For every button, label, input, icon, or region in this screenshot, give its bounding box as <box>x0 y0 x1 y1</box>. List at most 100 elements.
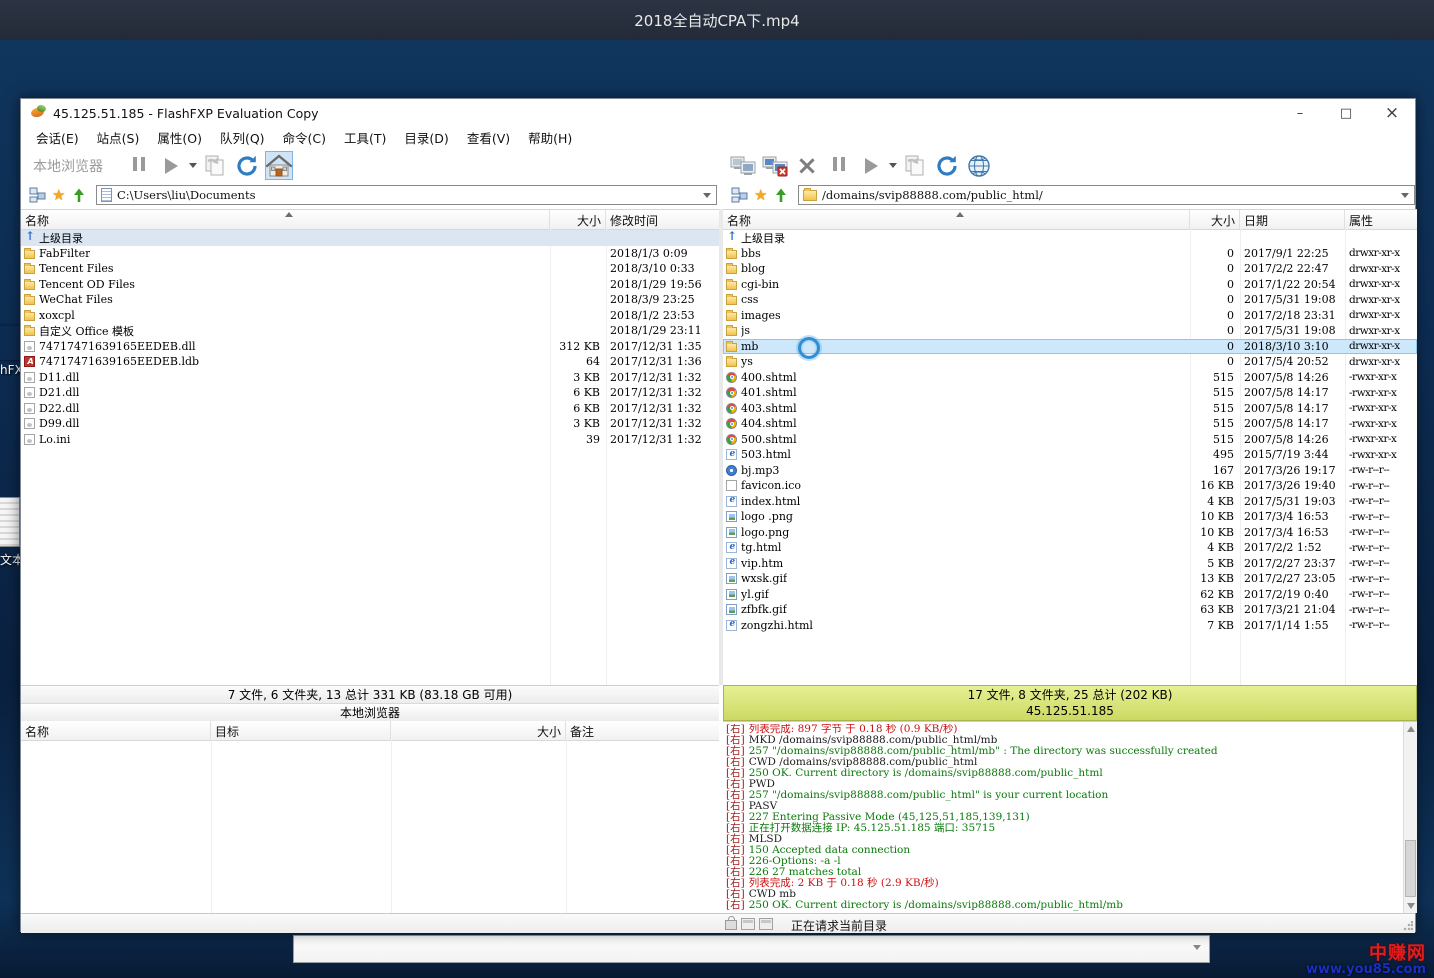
local-file-row[interactable]: D99.dll 3 KB 2017/12/31 1:32 <box>21 416 719 432</box>
remote-file-row[interactable]: 400.shtml 515 2007/5/8 14:26 -rwxr-xr-x <box>723 370 1417 386</box>
column-header[interactable]: 名称 <box>21 210 550 229</box>
tree-view-icon[interactable] <box>29 187 46 203</box>
remote-file-row[interactable]: bbs 0 2017/9/1 22:25 drwxr-xr-x <box>723 246 1417 262</box>
maximize-button[interactable]: □ <box>1323 99 1369 127</box>
chevron-down-icon[interactable] <box>889 163 897 168</box>
local-file-row[interactable]: xoxcpl 2018/1/2 23:53 <box>21 308 719 324</box>
menu-item[interactable]: 目录(D) <box>395 126 457 149</box>
column-header[interactable]: 修改时间 <box>606 210 719 229</box>
remote-file-row[interactable]: favicon.ico 16 KB 2017/3/26 19:40 -rw-r-… <box>723 478 1417 494</box>
desktop-flashfxp-icon[interactable] <box>0 326 22 360</box>
local-path-combobox[interactable]: C:\Users\liu\Documents <box>96 185 717 205</box>
column-header[interactable]: 目标 <box>211 721 391 740</box>
favorites-star-icon[interactable]: ★ <box>52 186 65 204</box>
remote-file-row[interactable]: mb 0 2018/3/10 3:10 drwxr-xr-x <box>723 339 1417 355</box>
local-path-text: C:\Users\liu\Documents <box>117 188 256 202</box>
menu-item[interactable]: 查看(V) <box>458 126 519 149</box>
remote-file-row[interactable]: images 0 2017/2/18 23:31 drwxr-xr-x <box>723 308 1417 324</box>
world-button[interactable] <box>965 151 993 180</box>
menu-item[interactable]: 工具(T) <box>335 126 395 149</box>
menu-item[interactable]: 会话(E) <box>27 126 88 149</box>
remote-file-row[interactable]: yl.gif 62 KB 2017/2/19 0:40 -rw-r--r-- <box>723 587 1417 603</box>
go-up-icon[interactable] <box>71 187 87 203</box>
remote-file-row[interactable]: js 0 2017/5/31 19:08 drwxr-xr-x <box>723 323 1417 339</box>
local-file-row[interactable]: Tencent Files 2018/3/10 0:33 <box>21 261 719 277</box>
column-header[interactable]: 属性 <box>1345 210 1417 229</box>
resize-grip[interactable] <box>1403 921 1413 931</box>
local-browser-tab[interactable]: 本地浏览器 <box>21 704 719 722</box>
remote-path-combobox[interactable]: /domains/svip88888.com/public_html/ <box>798 185 1415 205</box>
remote-file-row[interactable]: 500.shtml 515 2007/5/8 14:26 -rwxr-xr-x <box>723 432 1417 448</box>
remote-file-row[interactable]: 上级目录 <box>723 230 1417 246</box>
connect-button[interactable] <box>729 151 757 180</box>
lock-icon <box>725 920 737 930</box>
local-file-row[interactable]: Tencent OD Files 2018/1/29 19:56 <box>21 277 719 293</box>
favorites-star-icon[interactable]: ★ <box>754 186 767 204</box>
file-attr-cell: -rw-r--r-- <box>1345 588 1417 600</box>
pause-button[interactable] <box>825 151 853 180</box>
remote-file-row[interactable]: 404.shtml 515 2007/5/8 14:17 -rwxr-xr-x <box>723 416 1417 432</box>
go-up-icon[interactable] <box>773 187 789 203</box>
chevron-down-icon[interactable] <box>703 193 711 198</box>
remote-file-row[interactable]: 503.html 495 2015/7/19 3:44 -rwxr-xr-x <box>723 447 1417 463</box>
menu-item[interactable]: 队列(Q) <box>211 126 274 149</box>
column-header[interactable]: 备注 <box>566 721 719 740</box>
remote-file-row[interactable]: bj.mp3 167 2017/3/26 19:17 -rw-r--r-- <box>723 463 1417 479</box>
menu-item[interactable]: 命令(C) <box>274 126 335 149</box>
tree-view-icon[interactable] <box>731 187 748 203</box>
local-file-row[interactable]: FabFilter 2018/1/3 0:09 <box>21 246 719 262</box>
remote-file-row[interactable]: 401.shtml 515 2007/5/8 14:17 -rwxr-xr-x <box>723 385 1417 401</box>
remote-file-row[interactable]: zongzhi.html 7 KB 2017/1/14 1:55 -rw-r--… <box>723 618 1417 634</box>
remote-file-row[interactable]: tg.html 4 KB 2017/2/2 1:52 -rw-r--r-- <box>723 540 1417 556</box>
remote-file-row[interactable]: zfbfk.gif 63 KB 2017/3/21 21:04 -rw-r--r… <box>723 602 1417 618</box>
local-file-row[interactable]: D11.dll 3 KB 2017/12/31 1:32 <box>21 370 719 386</box>
menu-item[interactable]: 站点(S) <box>88 126 149 149</box>
column-header[interactable]: 大小 <box>1190 210 1240 229</box>
chevron-down-icon[interactable] <box>189 163 197 168</box>
abort-button[interactable]: × <box>793 151 821 180</box>
refresh-button[interactable] <box>933 151 961 180</box>
local-file-row[interactable]: D21.dll 6 KB 2017/12/31 1:32 <box>21 385 719 401</box>
scroll-up-icon[interactable] <box>1407 726 1415 732</box>
local-file-row[interactable]: 74717471639165EEDEB.dll 312 KB 2017/12/3… <box>21 339 719 355</box>
menu-item[interactable]: 帮助(H) <box>519 126 581 149</box>
log-scrollbar[interactable] <box>1403 722 1417 913</box>
column-header[interactable]: 名称 <box>21 721 211 740</box>
home-button[interactable] <box>265 151 293 180</box>
chevron-down-icon[interactable] <box>1401 193 1409 198</box>
play-button[interactable] <box>857 151 885 180</box>
remote-file-row[interactable]: index.html 4 KB 2017/5/31 19:03 -rw-r--r… <box>723 494 1417 510</box>
menu-item[interactable]: 属性(O) <box>148 126 211 149</box>
local-browser-dropdown[interactable]: 本地浏览器 <box>33 156 103 176</box>
pause-button[interactable] <box>125 151 153 180</box>
scroll-down-icon[interactable] <box>1407 903 1415 909</box>
remote-file-row[interactable]: css 0 2017/5/31 19:08 drwxr-xr-x <box>723 292 1417 308</box>
window-titlebar[interactable]: 45.125.51.185 - FlashFXP Evaluation Copy… <box>21 99 1415 127</box>
remote-file-row[interactable]: wxsk.gif 13 KB 2017/2/27 23:05 -rw-r--r-… <box>723 571 1417 587</box>
local-file-row[interactable]: Lo.ini 39 2017/12/31 1:32 <box>21 432 719 448</box>
remote-file-row[interactable]: vip.htm 5 KB 2017/2/27 23:37 -rw-r--r-- <box>723 556 1417 572</box>
transfer-queue-button[interactable] <box>201 151 229 180</box>
minimize-button[interactable]: – <box>1277 99 1323 127</box>
remote-file-row[interactable]: cgi-bin 0 2017/1/22 20:54 drwxr-xr-x <box>723 277 1417 293</box>
remote-file-row[interactable]: ys 0 2017/5/4 20:52 drwxr-xr-x <box>723 354 1417 370</box>
remote-file-row[interactable]: logo.png 10 KB 2017/3/4 16:53 -rw-r--r-- <box>723 525 1417 541</box>
column-header[interactable]: 日期 <box>1240 210 1345 229</box>
refresh-button[interactable] <box>233 151 261 180</box>
local-file-row[interactable]: 上级目录 <box>21 230 719 246</box>
remote-file-row[interactable]: blog 0 2017/2/2 22:47 drwxr-xr-x <box>723 261 1417 277</box>
remote-file-row[interactable]: logo .png 10 KB 2017/3/4 16:53 -rw-r--r-… <box>723 509 1417 525</box>
play-button[interactable] <box>157 151 185 180</box>
column-header[interactable]: 大小 <box>391 721 566 740</box>
disconnect-button[interactable] <box>761 151 789 180</box>
column-header[interactable]: 大小 <box>550 210 606 229</box>
local-file-row[interactable]: WeChat Files 2018/3/9 23:25 <box>21 292 719 308</box>
transfer-queue-button[interactable] <box>901 151 929 180</box>
scroll-thumb[interactable] <box>1405 840 1416 897</box>
remote-file-row[interactable]: 403.shtml 515 2007/5/8 14:17 -rwxr-xr-x <box>723 401 1417 417</box>
close-button[interactable]: × <box>1369 99 1415 127</box>
local-file-row[interactable]: 74717471639165EEDEB.ldb 64 2017/12/31 1:… <box>21 354 719 370</box>
local-file-row[interactable]: 自定义 Office 模板 2018/1/29 23:11 <box>21 323 719 339</box>
local-file-row[interactable]: D22.dll 6 KB 2017/12/31 1:32 <box>21 401 719 417</box>
column-header[interactable]: 名称 <box>723 210 1190 229</box>
